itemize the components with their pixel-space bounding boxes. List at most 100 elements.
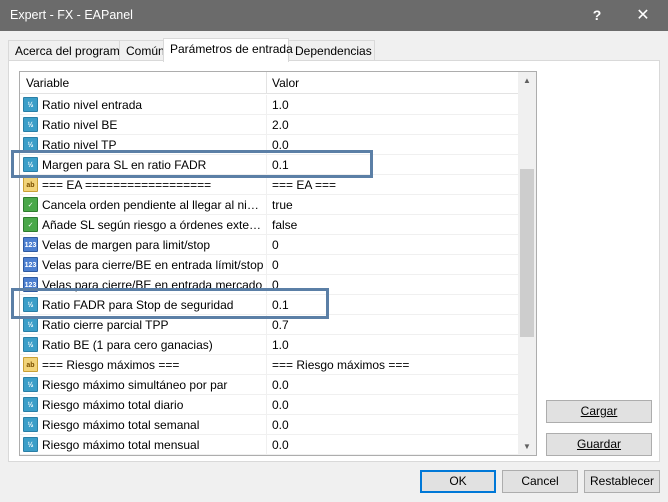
vertical-scrollbar[interactable]: ▲ ▼ — [518, 72, 536, 455]
cell-divider — [266, 155, 267, 175]
load-button-label: Cargar — [580, 404, 618, 418]
table-row[interactable]: ½ Riesgo máximo total mensual 0.0 — [20, 435, 518, 455]
help-button[interactable]: ? — [574, 0, 620, 31]
parameter-name: Cancela orden pendiente al llegar al niv… — [42, 198, 264, 212]
parameter-name: Riesgo máximo simultáneo por par — [42, 378, 228, 392]
cell-divider — [266, 295, 267, 315]
title-bar: Expert - FX - EAPanel ? ✕ — [0, 0, 668, 31]
real-type-icon: ½ — [23, 397, 38, 412]
cell-divider — [266, 115, 267, 135]
scroll-thumb[interactable] — [520, 169, 534, 337]
parameter-value[interactable]: false — [272, 218, 297, 232]
cell-divider — [266, 175, 267, 195]
table-row[interactable]: ✓ Cancela orden pendiente al llegar al ni… — [20, 195, 518, 215]
table-row[interactable]: ½ Riesgo máximo simultáneo por par 0.0 — [20, 375, 518, 395]
int-type-icon: 123 — [23, 257, 38, 272]
parameter-value[interactable]: === EA === — [272, 178, 336, 192]
table-row[interactable]: ½ Riesgo máximo total diario 0.0 — [20, 395, 518, 415]
real-type-icon: ½ — [23, 317, 38, 332]
scroll-up-icon[interactable]: ▲ — [518, 72, 536, 89]
cell-divider — [266, 335, 267, 355]
str-type-icon: ab — [23, 177, 38, 192]
save-button[interactable]: Guardar — [546, 433, 652, 456]
parameter-value[interactable]: === Riesgo máximos === — [272, 358, 409, 372]
cell-divider — [266, 315, 267, 335]
bool-type-icon: ✓ — [23, 217, 38, 232]
parameter-name: Margen para SL en ratio FADR — [42, 158, 207, 172]
parameter-name: Ratio FADR para Stop de seguridad — [42, 298, 234, 312]
load-button[interactable]: Cargar — [546, 400, 652, 423]
parameter-value[interactable]: 0.0 — [272, 398, 289, 412]
cancel-button[interactable]: Cancel — [502, 470, 578, 493]
parameter-value[interactable]: 0 — [272, 278, 279, 292]
column-header-variable[interactable]: Variable — [26, 76, 69, 90]
real-type-icon: ½ — [23, 417, 38, 432]
table-row[interactable]: ab === Riesgo máximos === === Riesgo máxim… — [20, 355, 518, 375]
table-row[interactable]: ½ Ratio nivel TP 0.0 — [20, 135, 518, 155]
parameter-name: === EA ================== — [42, 178, 212, 192]
parameters-grid: Variable Valor ½ Ratio nivel entrada 1.0 ½ R… — [19, 71, 537, 456]
parameter-value[interactable]: 0.7 — [272, 318, 289, 332]
reset-button[interactable]: Restablecer — [584, 470, 660, 493]
cell-divider — [266, 415, 267, 435]
parameter-name: === Riesgo máximos === — [42, 358, 180, 372]
cell-divider — [266, 135, 267, 155]
real-type-icon: ½ — [23, 137, 38, 152]
table-row[interactable]: ½ Ratio BE (1 para cero ganacias) 1.0 — [20, 335, 518, 355]
tab-dependencies[interactable]: Dependencias — [288, 40, 375, 61]
cell-divider — [266, 375, 267, 395]
parameter-name: Riesgo máximo total semanal — [42, 418, 200, 432]
table-row[interactable]: ab === EA ================== === EA === — [20, 175, 518, 195]
table-row[interactable]: ½ Ratio cierre parcial TPP 0.7 — [20, 315, 518, 335]
cell-divider — [266, 355, 267, 375]
table-row[interactable]: ½ Margen para SL en ratio FADR 0.1 — [20, 155, 518, 175]
tab-input-parameters[interactable]: Parámetros de entrada — [163, 38, 293, 62]
ok-button[interactable]: OK — [420, 470, 496, 493]
parameter-value[interactable]: 0.0 — [272, 138, 289, 152]
parameter-value[interactable]: 1.0 — [272, 98, 289, 112]
parameter-value[interactable]: 0.1 — [272, 158, 289, 172]
parameter-value[interactable]: 2.0 — [272, 118, 289, 132]
parameter-name: Velas para cierre/BE en entrada límit/st… — [42, 258, 264, 272]
parameter-value[interactable]: 0.0 — [272, 418, 289, 432]
save-button-label: Guardar — [576, 437, 622, 451]
real-type-icon: ½ — [23, 117, 38, 132]
parameter-value[interactable]: 0 — [272, 258, 279, 272]
table-row[interactable]: 123 Velas de margen para limit/stop 0 — [20, 235, 518, 255]
parameter-rows: ½ Ratio nivel entrada 1.0 ½ Ratio nivel BE 2.… — [20, 95, 518, 455]
parameter-name: Velas para cierre/BE en entrada mercado — [42, 278, 263, 292]
cell-divider — [266, 255, 267, 275]
cell-divider — [266, 235, 267, 255]
table-row[interactable]: ½ Ratio FADR para Stop de seguridad 0.1 — [20, 295, 518, 315]
parameter-name: Ratio nivel TP — [42, 138, 117, 152]
parameter-value[interactable]: 1.0 — [272, 338, 289, 352]
cell-divider — [266, 195, 267, 215]
real-type-icon: ½ — [23, 297, 38, 312]
bool-type-icon: ✓ — [23, 197, 38, 212]
table-row[interactable]: ½ Ratio nivel BE 2.0 — [20, 115, 518, 135]
parameter-name: Ratio nivel entrada — [42, 98, 143, 112]
table-row[interactable]: ✓ Añade SL según riesgo a órdenes externa… — [20, 215, 518, 235]
table-row[interactable]: 123 Velas para cierre/BE en entrada límit… — [20, 255, 518, 275]
parameter-name: Riesgo máximo total mensual — [42, 438, 200, 452]
parameter-value[interactable]: 0.1 — [272, 298, 289, 312]
tab-common[interactable]: Común — [119, 40, 165, 61]
column-header-value[interactable]: Valor — [272, 76, 299, 90]
real-type-icon: ½ — [23, 157, 38, 172]
int-type-icon: 123 — [23, 237, 38, 252]
table-row[interactable]: ½ Riesgo máximo total semanal 0.0 — [20, 415, 518, 435]
close-icon[interactable]: ✕ — [620, 0, 666, 31]
tab-about[interactable]: Acerca del programa — [8, 40, 126, 61]
table-row[interactable]: 123 Velas para cierre/BE en entrada merca… — [20, 275, 518, 295]
parameter-name: Ratio nivel BE — [42, 118, 118, 132]
parameter-value[interactable]: true — [272, 198, 293, 212]
parameter-value[interactable]: 0 — [272, 238, 279, 252]
grid-header: Variable Valor — [20, 72, 518, 94]
parameter-value[interactable]: 0.0 — [272, 378, 289, 392]
real-type-icon: ½ — [23, 437, 38, 452]
scroll-down-icon[interactable]: ▼ — [518, 438, 536, 455]
table-row[interactable]: ½ Ratio nivel entrada 1.0 — [20, 95, 518, 115]
parameter-value[interactable]: 0.0 — [272, 438, 289, 452]
cell-divider — [266, 95, 267, 115]
column-divider[interactable] — [266, 72, 267, 94]
